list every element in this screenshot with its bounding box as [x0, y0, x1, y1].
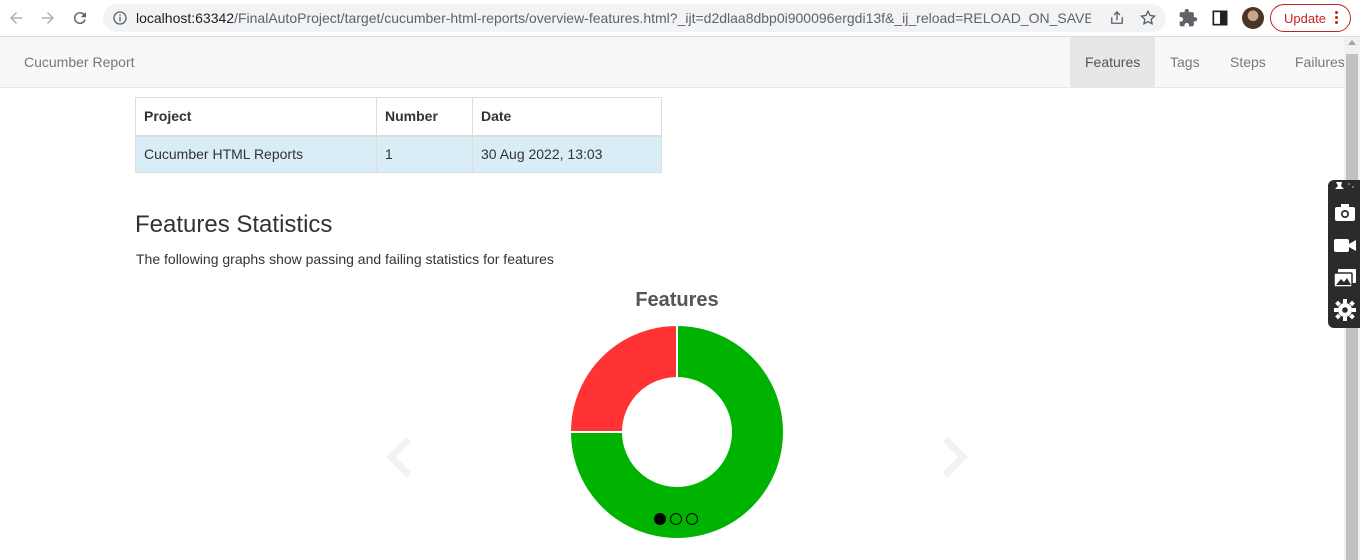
- scroll-up-icon[interactable]: [1348, 40, 1356, 45]
- gallery-icon[interactable]: [1332, 266, 1358, 290]
- report-table: Project Number Date Cucumber HTML Report…: [135, 97, 662, 173]
- carousel-next-icon[interactable]: [939, 437, 969, 477]
- nav-steps[interactable]: Steps: [1215, 37, 1281, 87]
- section-description: The following graphs show passing and fa…: [136, 251, 554, 267]
- forward-icon[interactable]: [37, 7, 59, 29]
- chart-title: Features: [635, 289, 719, 311]
- share-icon[interactable]: [1108, 9, 1126, 27]
- table-cell: Cucumber HTML Reports: [135, 135, 377, 173]
- brand-link[interactable]: Cucumber Report: [24, 54, 135, 70]
- side-panel-icon[interactable]: [1210, 8, 1230, 28]
- column-header: Number: [376, 97, 473, 137]
- star-icon[interactable]: [1139, 9, 1157, 27]
- chart-slice-failed[interactable]: [568, 323, 678, 433]
- carousel-indicators: [654, 513, 698, 525]
- update-button[interactable]: Update: [1270, 4, 1351, 32]
- video-icon[interactable]: [1332, 233, 1358, 257]
- camera-icon[interactable]: [1332, 200, 1358, 224]
- menu-dots-icon: [1335, 11, 1339, 26]
- carousel-indicator-dot[interactable]: [686, 513, 698, 525]
- nav-tags[interactable]: Tags: [1155, 37, 1215, 87]
- table-header-row: Project Number Date: [135, 97, 662, 137]
- screenshot-extension-toolbar: [1328, 180, 1360, 328]
- carousel-indicator-dot[interactable]: [654, 513, 666, 525]
- browser-toolbar: localhost:63342/FinalAutoProject/target/…: [0, 0, 1360, 37]
- column-header: Date: [472, 97, 662, 137]
- url-text[interactable]: localhost:63342/FinalAutoProject/target/…: [136, 10, 1091, 26]
- report-navbar: Cucumber Report Features Tags Steps Fail…: [0, 37, 1345, 88]
- table-cell: 1: [376, 135, 473, 173]
- update-label: Update: [1284, 10, 1326, 26]
- table-row: Cucumber HTML Reports 1 30 Aug 2022, 13:…: [135, 135, 662, 173]
- nav-features[interactable]: Features: [1070, 37, 1155, 87]
- puzzle-icon[interactable]: [1178, 8, 1198, 28]
- back-icon[interactable]: [5, 7, 27, 29]
- carousel-indicator-dot[interactable]: [670, 513, 682, 525]
- carousel-prev-icon[interactable]: [385, 437, 415, 477]
- reload-icon[interactable]: [69, 7, 91, 29]
- info-icon[interactable]: [112, 10, 128, 26]
- settings-gear-icon[interactable]: [1332, 298, 1358, 322]
- section-title: Features Statistics: [135, 211, 333, 238]
- column-header: Project: [135, 97, 377, 137]
- address-bar[interactable]: localhost:63342/FinalAutoProject/target/…: [103, 4, 1166, 32]
- profile-avatar[interactable]: [1242, 7, 1264, 29]
- pin-icon[interactable]: [1332, 180, 1358, 194]
- table-cell: 30 Aug 2022, 13:03: [472, 135, 662, 173]
